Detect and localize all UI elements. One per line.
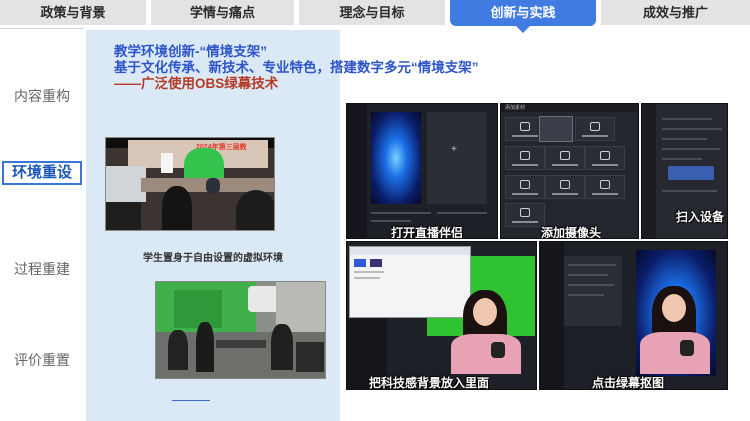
tab-innovation-practice[interactable]: 创新与实践 — [450, 0, 596, 33]
nav-item-content-restructure[interactable]: 内容重构 — [0, 86, 84, 106]
tab-learning-painpoints[interactable]: 学情与痛点 — [151, 0, 294, 25]
screenshot-add-tech-background: 把科技感背景放入里面 — [346, 241, 537, 390]
tab-label: 政策与背景 — [40, 5, 106, 20]
section-tagline: ——广泛使用OBS绿幕技术 — [114, 76, 279, 91]
nav-divider — [0, 28, 84, 29]
screenshot-green-screen-keying: 点击绿幕抠图 — [539, 241, 728, 390]
tab-label: 成效与推广 — [642, 5, 708, 20]
nav-item-evaluation-reset[interactable]: 评价重置 — [0, 350, 84, 370]
screenshot-caption: 点击绿幕抠图 — [592, 376, 665, 390]
tab-label: 创新与实践 — [490, 5, 556, 20]
classroom-photo: 2024年第三届教 — [105, 137, 275, 231]
decorative-underline — [172, 400, 210, 401]
tab-label: 理念与目标 — [339, 5, 405, 20]
tab-concept-goals[interactable]: 理念与目标 — [299, 0, 445, 25]
screenshot-scan-device: 扫入设备 — [641, 103, 728, 239]
file-picker-window — [349, 246, 471, 318]
screenshot-caption: 添加摄像头 — [541, 226, 602, 239]
menu-title: 添加素材 — [505, 105, 526, 111]
photo-caption: 学生置身于自由设置的虚拟环境 — [143, 253, 283, 264]
screenshot-caption: 打开直播伴侣 — [391, 226, 464, 239]
tab-policy-background[interactable]: 政策与背景 — [0, 0, 146, 25]
screenshot-caption: 把科技感背景放入里面 — [369, 376, 490, 390]
screenshot-caption: 扫入设备 — [676, 210, 725, 224]
tab-label: 学情与痛点 — [189, 5, 255, 20]
tab-results-promotion[interactable]: 成效与推广 — [601, 0, 750, 25]
studio-photo — [155, 281, 326, 379]
screenshot-open-live-companion: + 打开直播伴侣 — [346, 103, 498, 239]
active-tab-caret — [516, 26, 530, 33]
screenshot-add-camera: 添加素材 添加摄像头 — [500, 103, 639, 239]
nav-item-environment-reset[interactable]: 环境重设 — [2, 161, 82, 185]
top-tab-bar: 政策与背景 学情与痛点 理念与目标 创新与实践 成效与推广 — [0, 0, 750, 33]
nav-item-process-rebuild[interactable]: 过程重建 — [0, 259, 84, 279]
